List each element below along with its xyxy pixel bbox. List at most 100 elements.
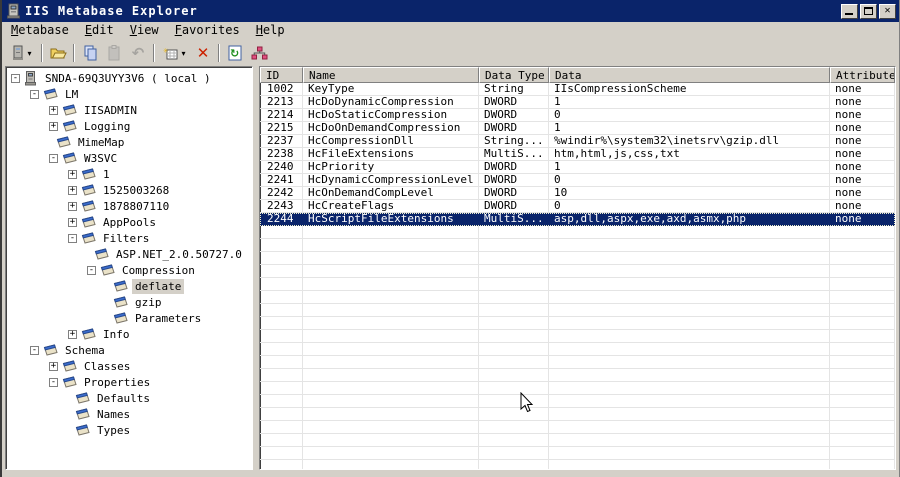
tree-item-filters[interactable]: - Filters xyxy=(6,230,252,246)
cell-data-type: MultiS... xyxy=(479,213,549,226)
expander-icon[interactable]: - xyxy=(11,73,20,83)
tree-item-label[interactable]: gzip xyxy=(132,295,165,310)
menu-item-view[interactable]: View xyxy=(122,21,167,40)
table-row[interactable]: 2240 HcPriority DWORD 1 none xyxy=(260,161,895,174)
minimize-button[interactable] xyxy=(841,3,858,19)
table-row[interactable]: 2243 HcCreateFlags DWORD 0 none xyxy=(260,200,895,213)
tree-item-label[interactable]: MimeMap xyxy=(75,135,127,150)
menu-item-edit[interactable]: Edit xyxy=(77,21,122,40)
maximize-button[interactable] xyxy=(860,3,877,19)
cell-data-type xyxy=(479,252,549,265)
tree-item-properties[interactable]: - Properties xyxy=(6,374,252,390)
tree-item-info[interactable]: + Info xyxy=(6,326,252,342)
tree-item-mimemap[interactable]: MimeMap xyxy=(6,134,252,150)
tree-item-label[interactable]: 1878807110 xyxy=(100,199,172,214)
expander-icon[interactable]: + xyxy=(49,361,58,371)
expander-icon[interactable]: + xyxy=(68,217,77,227)
expander-icon[interactable]: - xyxy=(30,89,39,99)
table-row[interactable]: 2242 HcOnDemandCompLevel DWORD 10 none xyxy=(260,187,895,200)
tree-item-1[interactable]: + 1 xyxy=(6,166,252,182)
column-header-id[interactable]: ID xyxy=(260,67,303,83)
expander-icon[interactable]: + xyxy=(68,329,77,339)
tree-item-label[interactable]: deflate xyxy=(132,278,185,294)
expander-icon[interactable]: - xyxy=(87,265,96,275)
tree-item-label[interactable]: LM xyxy=(62,87,81,102)
tree-item-asp-net-2-0-50727-0[interactable]: ASP.NET_2.0.50727.0 xyxy=(6,246,252,262)
tree-item-types[interactable]: Types xyxy=(6,422,252,438)
cell-data-type: String xyxy=(479,83,549,96)
table-row[interactable]: 1002 KeyType String IIsCompressionScheme… xyxy=(260,83,895,96)
tree-item-w3svc[interactable]: - W3SVC xyxy=(6,150,252,166)
tree-item-1525003268[interactable]: + 1525003268 xyxy=(6,182,252,198)
tree-item-label[interactable]: Classes xyxy=(81,359,133,374)
table-row[interactable]: 2214 HcDoStaticCompression DWORD 0 none xyxy=(260,109,895,122)
tree-item-gzip[interactable]: gzip xyxy=(6,294,252,310)
tree-item-label[interactable]: Defaults xyxy=(94,391,153,406)
column-header-data[interactable]: Data xyxy=(549,67,830,83)
tree-item-label[interactable]: Parameters xyxy=(132,311,204,326)
tree-item-schema[interactable]: - Schema xyxy=(6,342,252,358)
menu-item-metabase[interactable]: Metabase xyxy=(3,21,77,40)
table-row[interactable]: 2241 HcDynamicCompressionLevel DWORD 0 n… xyxy=(260,174,895,187)
column-header-data-type[interactable]: Data Type xyxy=(479,67,549,83)
open-button[interactable] xyxy=(46,42,70,64)
tree-item-parameters[interactable]: Parameters xyxy=(6,310,252,326)
connect-server-button[interactable]: ▾ xyxy=(5,42,38,64)
tree-item-defaults[interactable]: Defaults xyxy=(6,390,252,406)
tree-item-label[interactable]: Info xyxy=(100,327,133,342)
tree-item-names[interactable]: Names xyxy=(6,406,252,422)
tree-item-label[interactable]: Schema xyxy=(62,343,108,358)
expander-icon[interactable]: - xyxy=(68,233,77,243)
new-key-button[interactable]: ✳ ▾ xyxy=(158,42,191,64)
expander-icon[interactable]: + xyxy=(49,121,58,131)
tree-item-label[interactable]: Types xyxy=(94,423,133,438)
expander-icon[interactable]: + xyxy=(68,185,77,195)
tree-item-iisadmin[interactable]: + IISADMIN xyxy=(6,102,252,118)
tree-item-classes[interactable]: + Classes xyxy=(6,358,252,374)
tree-item-label[interactable]: AppPools xyxy=(100,215,159,230)
tree-view-button[interactable] xyxy=(247,42,271,64)
cell-id xyxy=(260,369,303,382)
table-row[interactable]: 2244 HcScriptFileExtensions MultiS... as… xyxy=(260,213,895,226)
tree-item-label[interactable]: Names xyxy=(94,407,133,422)
tree-item-label[interactable]: Compression xyxy=(119,263,198,278)
tree-item-compression[interactable]: - Compression xyxy=(6,262,252,278)
tree-item-label[interactable]: ASP.NET_2.0.50727.0 xyxy=(113,247,245,262)
tree-item-label[interactable]: 1525003268 xyxy=(100,183,172,198)
expander-icon[interactable]: + xyxy=(49,105,58,115)
delete-button[interactable]: ✕ xyxy=(191,42,215,64)
tree-item-logging[interactable]: + Logging xyxy=(6,118,252,134)
key-icon xyxy=(81,215,96,228)
tree-item-1878807110[interactable]: + 1878807110 xyxy=(6,198,252,214)
table-row[interactable]: 2237 HcCompressionDll String... %windir%… xyxy=(260,135,895,148)
expander-icon[interactable]: - xyxy=(49,377,58,387)
tree-item-label[interactable]: Logging xyxy=(81,119,133,134)
expander-icon[interactable]: + xyxy=(68,169,77,179)
copy-button[interactable] xyxy=(78,42,102,64)
expander-icon[interactable]: - xyxy=(49,153,58,163)
tree-item-label[interactable]: Properties xyxy=(81,375,153,390)
paste-button[interactable] xyxy=(102,42,126,64)
close-button[interactable]: ✕ xyxy=(879,3,896,19)
expander-icon[interactable]: - xyxy=(30,345,39,355)
table-row[interactable]: 2213 HcDoDynamicCompression DWORD 1 none xyxy=(260,96,895,109)
table-row[interactable]: 2215 HcDoOnDemandCompression DWORD 1 non… xyxy=(260,122,895,135)
menu-item-favorites[interactable]: Favorites xyxy=(167,21,248,40)
column-header-attributes[interactable]: Attributes xyxy=(830,67,895,83)
tree-item-apppools[interactable]: + AppPools xyxy=(6,214,252,230)
tree-item-label[interactable]: W3SVC xyxy=(81,151,120,166)
refresh-button[interactable]: ↻ xyxy=(223,42,247,64)
tree-item-lm[interactable]: - LM xyxy=(6,86,252,102)
tree-item-label[interactable]: SNDA-69Q3UYY3V6 ( local ) xyxy=(42,71,214,86)
expander-icon[interactable]: + xyxy=(68,201,77,211)
table-row[interactable]: 2238 HcFileExtensions MultiS... htm,html… xyxy=(260,148,895,161)
window-title: IIS Metabase Explorer xyxy=(25,4,198,18)
tree-item-label[interactable]: 1 xyxy=(100,167,113,182)
tree-item-snda-69q3uyy3v6-local[interactable]: - SNDA-69Q3UYY3V6 ( local ) xyxy=(6,70,252,86)
column-header-name[interactable]: Name xyxy=(303,67,479,83)
tree-item-deflate[interactable]: deflate xyxy=(6,278,252,294)
undo-button[interactable]: ↶ xyxy=(126,42,150,64)
tree-item-label[interactable]: Filters xyxy=(100,231,152,246)
menu-item-help[interactable]: Help xyxy=(248,21,293,40)
tree-item-label[interactable]: IISADMIN xyxy=(81,103,140,118)
